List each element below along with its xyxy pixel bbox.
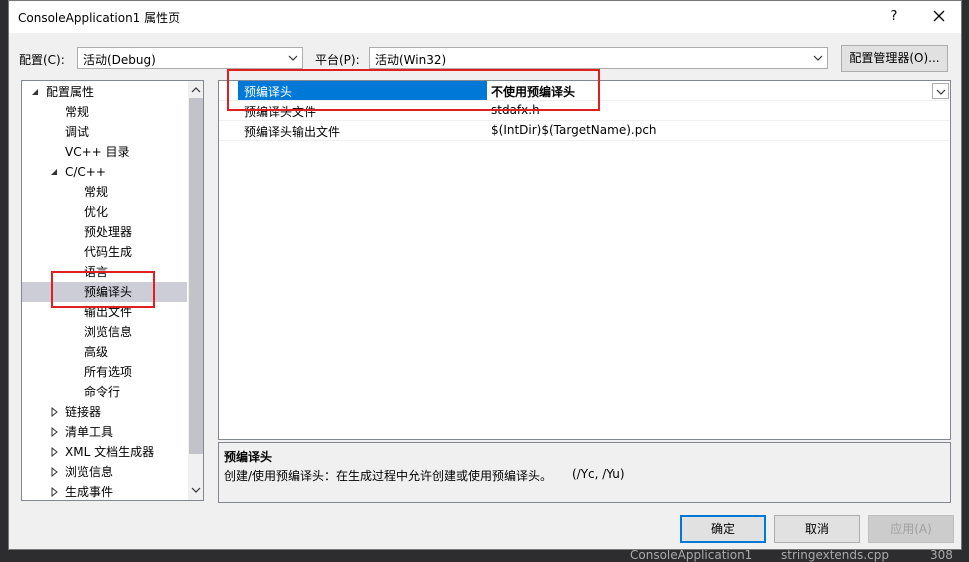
description-title: 预编译头 [224, 450, 273, 464]
expanded-arrow-icon[interactable] [30, 87, 40, 97]
property-tree: 配置属性 常规 调试 VC++ 目录 C/C++ 常规 优化 预处理器 代码生成 语言 预编译头 输出… [21, 80, 204, 501]
config-dropdown[interactable]: 活动(Debug) [77, 47, 303, 69]
tree-item[interactable]: 链接器 [22, 402, 182, 422]
tree-item[interactable]: 优化 [22, 202, 182, 222]
collapsed-arrow-icon[interactable] [49, 447, 59, 457]
configuration-manager-button[interactable]: 配置管理器(O)... [841, 45, 948, 72]
window-title: ConsoleApplication1 属性页 [18, 11, 181, 25]
collapsed-arrow-icon[interactable] [49, 487, 59, 497]
tree-item[interactable]: XML 文档生成器 [22, 442, 182, 462]
tree-item-label: 高级 [84, 345, 109, 359]
chevron-down-icon [288, 55, 298, 61]
tree-item[interactable]: 生成事件 [22, 482, 182, 500]
config-value: 活动(Debug) [83, 53, 156, 67]
tree-item-label: 所有选项 [84, 365, 133, 379]
tree-item-label: 常规 [84, 185, 109, 199]
close-icon [933, 10, 945, 22]
chevron-down-icon [813, 55, 823, 61]
tree-item-label: C/C++ [65, 165, 106, 179]
background-number: 308 [930, 548, 953, 562]
grid-row[interactable]: 预编译头 不使用预编译头 [219, 81, 950, 101]
tree-item[interactable]: 配置属性 [22, 82, 182, 102]
tree-item[interactable]: 输出文件 [22, 302, 182, 322]
tree-item[interactable]: 语言 [22, 262, 182, 282]
grid-row-name: 预编译头输出文件 [244, 125, 341, 139]
tree-item[interactable]: 浏览信息 [22, 462, 182, 482]
tree-item-label: 清单工具 [65, 425, 114, 439]
cancel-button[interactable]: 取消 [774, 515, 860, 543]
description-text: 创建/使用预编译头：在生成过程中允许创建或使用预编译头。 [224, 469, 553, 483]
tree-item[interactable]: 预处理器 [22, 222, 182, 242]
tree-item[interactable]: 高级 [22, 342, 182, 362]
title-bar: ConsoleApplication1 属性页 ? [9, 1, 961, 33]
tree-item-label: 预编译头 [84, 285, 133, 299]
close-button[interactable] [927, 6, 951, 28]
tree-item[interactable]: 常规 [22, 102, 182, 122]
value-dropdown-button[interactable] [932, 83, 949, 99]
tree-item-label: 调试 [65, 125, 90, 139]
tree-item[interactable]: 浏览信息 [22, 322, 182, 342]
property-pages-dialog: ConsoleApplication1 属性页 ? 配置(C): 活动(Debu… [8, 0, 962, 550]
tree-item-label: 链接器 [65, 405, 102, 419]
help-button[interactable]: ? [884, 7, 904, 27]
tree-item-label: VC++ 目录 [65, 145, 130, 159]
tree-scrollbar[interactable] [188, 81, 203, 500]
tree-item-label: 配置属性 [46, 85, 95, 99]
apply-button[interactable]: 应用(A) [868, 515, 954, 543]
grid-row-value[interactable]: $(IntDir)$(TargetName).pch [491, 123, 657, 137]
tree-item[interactable]: 常规 [22, 182, 182, 202]
tree-item-label: 语言 [84, 265, 109, 279]
grid-row[interactable]: 预编译头输出文件 $(IntDir)$(TargetName).pch [219, 121, 950, 141]
tree-item-label: 常规 [65, 105, 90, 119]
tree-item[interactable]: 命令行 [22, 382, 182, 402]
scroll-up-icon[interactable] [191, 86, 201, 94]
tree-item-label: 预处理器 [84, 225, 133, 239]
collapsed-arrow-icon[interactable] [49, 427, 59, 437]
tree-item-label: 浏览信息 [65, 465, 114, 479]
property-grid: 预编译头 不使用预编译头 预编译头文件 stdafx.h 预编译头输出文件 $(… [218, 80, 951, 440]
tree-item-label: 优化 [84, 205, 109, 219]
tree-item-label: 浏览信息 [84, 325, 133, 339]
grid-row-name: 预编译头 [244, 85, 293, 99]
tree-item[interactable]: 所有选项 [22, 362, 182, 382]
grid-row-name: 预编译头文件 [244, 105, 317, 119]
config-label: 配置(C): [19, 53, 65, 67]
scroll-down-icon[interactable] [191, 486, 201, 494]
expanded-arrow-icon[interactable] [49, 167, 59, 177]
background-project-label: ConsoleApplication1 [630, 548, 753, 562]
platform-value: 活动(Win32) [375, 53, 447, 67]
grid-row-value[interactable]: stdafx.h [491, 103, 540, 117]
chevron-down-icon [936, 89, 946, 95]
platform-dropdown[interactable]: 活动(Win32) [369, 47, 828, 69]
collapsed-arrow-icon[interactable] [49, 467, 59, 477]
tree-item[interactable]: 预编译头 [22, 282, 187, 302]
platform-label: 平台(P): [315, 53, 360, 67]
collapsed-arrow-icon[interactable] [49, 407, 59, 417]
tree-item[interactable]: VC++ 目录 [22, 142, 182, 162]
grid-row-value[interactable]: 不使用预编译头 [491, 83, 575, 100]
tree-item-label: 代码生成 [84, 245, 133, 259]
tree-item[interactable]: 清单工具 [22, 422, 182, 442]
tree-item-label: 生成事件 [65, 485, 114, 499]
tree-item-label: XML 文档生成器 [65, 445, 155, 459]
tree-item-label: 输出文件 [84, 305, 133, 319]
ok-button[interactable]: 确定 [680, 515, 766, 543]
description-panel: 预编译头 创建/使用预编译头：在生成过程中允许创建或使用预编译头。 (/Yc, … [218, 442, 951, 503]
scrollbar-thumb[interactable] [189, 98, 203, 454]
tree-item-label: 命令行 [84, 385, 121, 399]
tree-item[interactable]: C/C++ [22, 162, 182, 182]
grid-row[interactable]: 预编译头文件 stdafx.h [219, 101, 950, 121]
background-file-label: stringextends.cpp [781, 548, 889, 562]
description-switches: (/Yc, /Yu) [572, 467, 625, 481]
tree-item[interactable]: 调试 [22, 122, 182, 142]
tree-item[interactable]: 代码生成 [22, 242, 182, 262]
